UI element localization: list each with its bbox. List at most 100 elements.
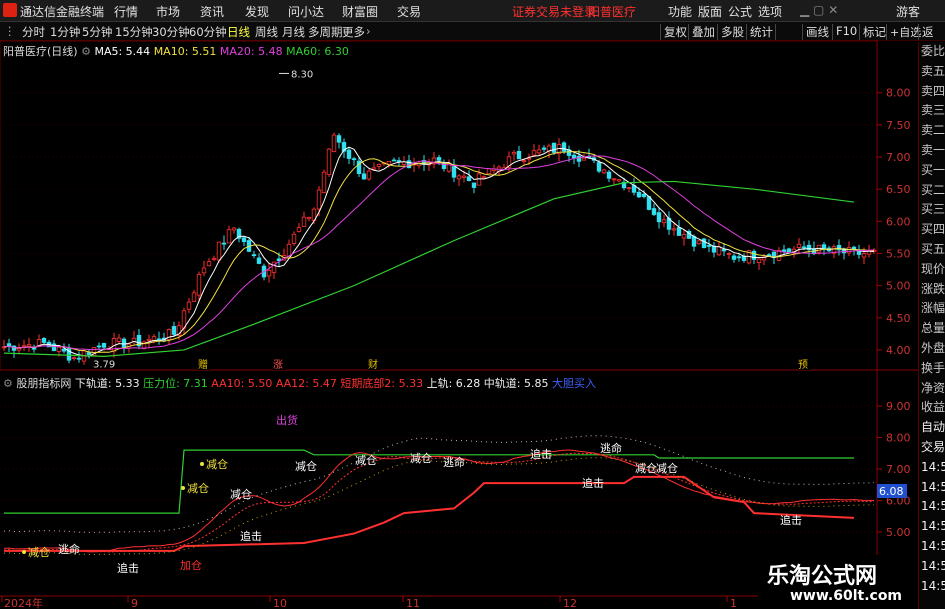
- candle-body: [386, 161, 392, 165]
- watermark-url: www.60lt.com: [790, 588, 903, 604]
- candle-body: [231, 227, 237, 231]
- x-axis-label: 12: [563, 597, 577, 609]
- sub-legend-item: 下轨道: 5.33: [74, 377, 140, 390]
- ma10-label: MA10: 5.51: [153, 45, 217, 58]
- candle-body: [456, 175, 462, 180]
- aa10-line: [3, 449, 875, 553]
- signal-label: 逃命: [58, 542, 80, 556]
- side-item: 14:56: [921, 538, 945, 553]
- candle-body: [676, 227, 682, 236]
- candle-body: [846, 247, 852, 254]
- candle-body: [116, 337, 122, 342]
- sub-legend: ⚙ 股朋指标网 下轨道: 5.33 压力位: 7.31 AA10: 5.50 A…: [3, 375, 596, 391]
- candle-body: [766, 254, 772, 257]
- signal-label: 加仓: [180, 558, 202, 572]
- axis-label: 9.00: [886, 400, 911, 413]
- candle-body: [186, 301, 192, 310]
- candle-body: [736, 256, 742, 259]
- signal-label: 出货: [276, 413, 298, 427]
- side-item: 外盘: [921, 340, 945, 355]
- candle-body: [636, 191, 642, 198]
- sub-chart-title: 股朋指标网: [16, 377, 72, 390]
- candle-body: [821, 244, 827, 249]
- watermark-title: 乐淘公式网: [767, 564, 878, 589]
- candle-body: [266, 269, 272, 277]
- signal-label: 减仓: [230, 487, 252, 501]
- candle-body: [61, 348, 67, 352]
- signal-dot: [200, 462, 204, 466]
- side-item: 14:56: [921, 459, 945, 474]
- candle-body: [101, 343, 107, 348]
- main-chart-title: 阳普医疗(日线): [3, 45, 78, 58]
- signal-dot: [181, 486, 185, 490]
- ma60-label: MA60: 6.30: [286, 45, 349, 58]
- upper-band: [3, 435, 875, 533]
- candle-body: [756, 258, 762, 263]
- side-item: 现价: [921, 261, 945, 276]
- candle-body: [596, 162, 602, 172]
- main-legend: 阳普医疗(日线) ⚙ MA5: 5.44 MA10: 5.51 MA20: 5.…: [3, 43, 349, 59]
- candle-body: [701, 238, 707, 249]
- sub-legend-item: 大胆买入: [548, 377, 596, 390]
- candle-body: [336, 135, 342, 143]
- candle-body: [481, 176, 487, 179]
- side-item: 收益: [921, 400, 945, 415]
- kline-chart-canvas[interactable]: 8.00 7.50 7.00 6.50 6.00 5.50 5.00 4.50 4.00 9.00…: [0, 0, 945, 609]
- candle-body: [606, 171, 612, 179]
- candle-body: [26, 344, 32, 347]
- axis-label: 6.50: [886, 183, 911, 196]
- candle-body: [861, 253, 867, 258]
- candle-body: [671, 228, 677, 231]
- sub-legend-item: 压力位: 7.31: [139, 377, 208, 390]
- x-axis-label: 1: [730, 597, 737, 609]
- signal-label: 逃命: [443, 455, 465, 469]
- side-item: 14:56: [921, 558, 945, 573]
- candle-body: [706, 244, 712, 247]
- candle-body: [306, 217, 312, 220]
- side-item: 卖二: [921, 123, 945, 138]
- settings-icon[interactable]: ⚙: [81, 45, 91, 58]
- axis-label: 5.00: [886, 526, 911, 539]
- axis-label: 8.00: [886, 87, 911, 100]
- candle-body: [541, 147, 547, 150]
- candle-body: [561, 142, 567, 152]
- signal-dot: [22, 550, 26, 554]
- event-flag: 涨: [273, 359, 283, 371]
- side-item: 换手: [921, 360, 945, 375]
- x-axis-label: 11: [406, 597, 420, 609]
- signal-label: 追击: [582, 476, 604, 490]
- signal-label: 追击: [117, 561, 139, 575]
- axis-label: 7.00: [886, 151, 911, 164]
- ma20-line: [3, 155, 875, 350]
- candle-body: [316, 189, 322, 210]
- sub-settings-icon[interactable]: ⚙: [3, 377, 13, 390]
- event-flag: 预: [798, 359, 808, 371]
- candle-body: [651, 208, 657, 215]
- candle-body: [731, 255, 737, 260]
- candle-body: [76, 357, 82, 360]
- candle-body: [376, 164, 382, 167]
- candle-body: [206, 261, 212, 267]
- sub-legend-item: 上轨: 6.28: [423, 377, 481, 390]
- candle-body: [241, 237, 247, 242]
- candle-body: [521, 160, 527, 163]
- candle-body: [751, 250, 757, 260]
- side-item: 14:56: [921, 499, 945, 514]
- signal-label: 追击: [780, 513, 802, 527]
- axis-label: 6.00: [886, 215, 911, 228]
- candle-body: [171, 326, 177, 335]
- x-axis-label: 10: [273, 597, 287, 609]
- candle-body: [511, 152, 517, 155]
- axis-label: 5.00: [886, 280, 911, 293]
- candle-body: [191, 292, 197, 302]
- side-item: 卖四: [921, 83, 945, 98]
- support-line: [4, 475, 855, 552]
- candle-body: [611, 178, 617, 181]
- candle-body: [11, 345, 17, 351]
- side-item: 买五: [921, 241, 945, 256]
- axis-label: 8.00: [886, 432, 911, 445]
- high-label: 8.30: [291, 69, 313, 80]
- middle-band: [3, 457, 875, 555]
- side-item: 自动: [921, 420, 945, 435]
- candle-body: [226, 229, 232, 244]
